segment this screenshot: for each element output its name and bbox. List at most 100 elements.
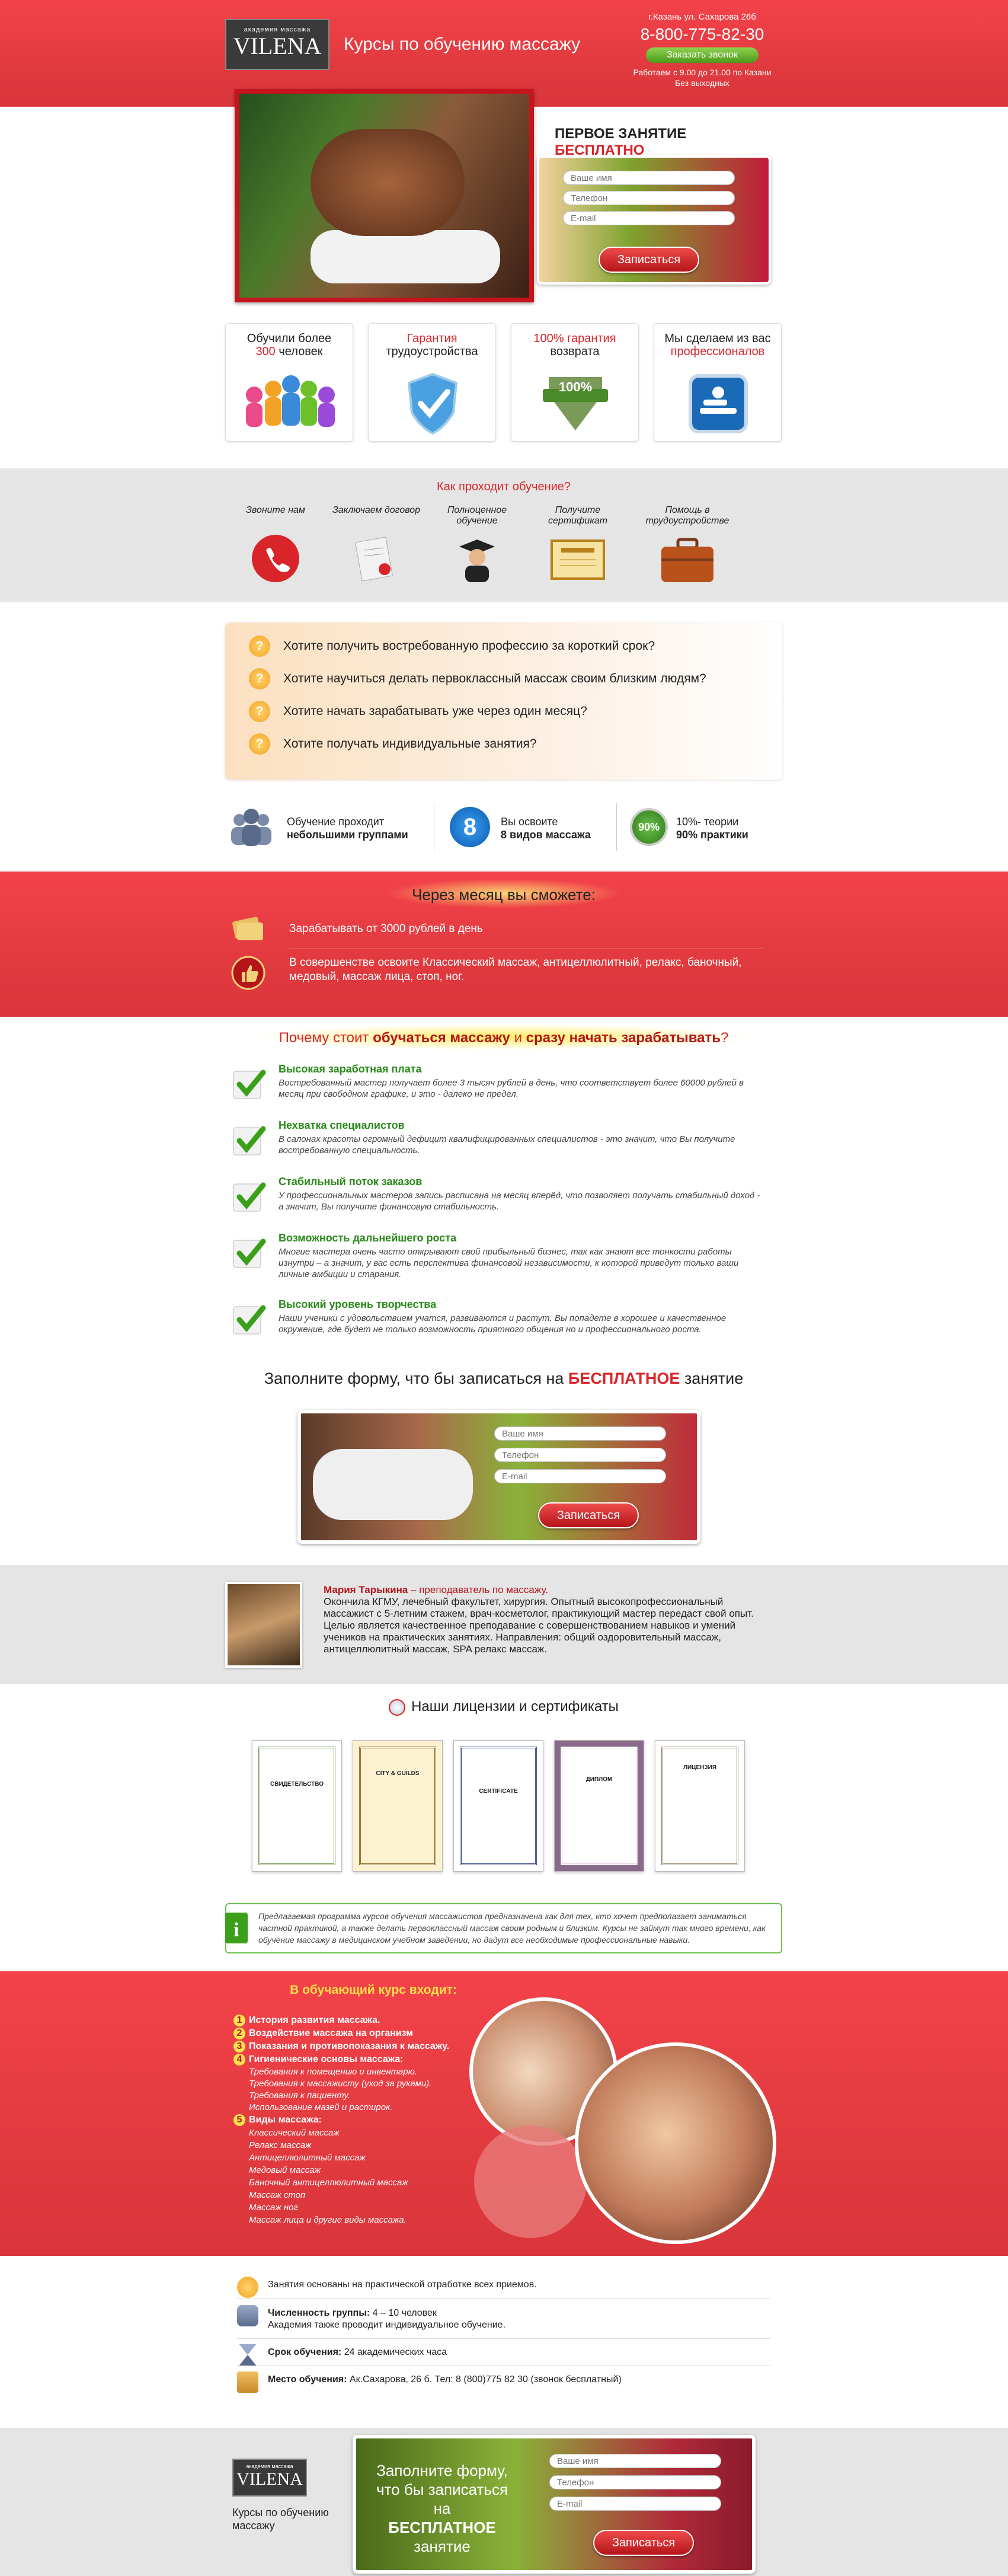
note-text: Предлагаемая программа курсов обучения м… <box>258 1911 766 1945</box>
certificate-card[interactable]: ДИПЛОМ <box>554 1740 644 1872</box>
month-item: В совершенстве освоите Классический масс… <box>289 956 742 983</box>
certificate-caption: CITY & GUILDS <box>376 1770 420 1777</box>
certificate-icon <box>551 540 605 580</box>
course-photo-circle-2 <box>474 2125 587 2238</box>
footer-email-input[interactable] <box>549 2497 721 2511</box>
form2-section: Заполните форму, что бы записаться на БЕ… <box>225 1370 782 1547</box>
hero-photo-towel <box>311 230 500 283</box>
why-item: Нехватка специалистов В салонах красоты о… <box>225 1119 782 1172</box>
feature-title: Обучили более 300 человек <box>247 332 332 358</box>
question-text: Хотите начать зарабатывать уже через оди… <box>283 704 587 718</box>
info-icon: i <box>225 1913 248 1943</box>
stat-text: Вы освоите <box>501 816 558 828</box>
stat-highlight: небольшими группами <box>287 829 408 841</box>
stat-text: 10%- теории <box>676 816 739 828</box>
medal-icon <box>389 1699 406 1716</box>
footer-logo[interactable]: академия массажа VILENA <box>232 2459 307 2497</box>
hero-photo-woman <box>311 129 465 236</box>
question-mark-icon: ? <box>249 636 270 657</box>
questions-box: ? Хотите получить востребованную професси… <box>225 623 782 780</box>
course-item: 1 История развития массажа. <box>233 2014 506 2027</box>
hygiene-list: Требования к помещению и инвентарю. Требо… <box>249 2067 432 2112</box>
hero-name-input[interactable] <box>563 171 735 185</box>
thumbs-up-icon <box>237 2277 258 2298</box>
course-item: 2 Воздействие массажа на организм <box>233 2027 506 2040</box>
stat-text: Обучение проходит <box>287 816 385 828</box>
hourglass-icon <box>239 2344 257 2366</box>
stat-types: 8 Вы освоите 8 видов массажа <box>434 803 612 851</box>
info-item: Занятия основаны на практической отработ… <box>237 2277 770 2300</box>
certificate-card[interactable]: СВИДЕТЕЛЬСТВО <box>252 1740 342 1872</box>
site-title: Курсы по обучению массажу <box>344 34 581 54</box>
question-mark-icon: ? <box>249 668 270 690</box>
people-icon <box>246 375 335 427</box>
question-text: Хотите получать индивидуальные занятия? <box>283 737 537 751</box>
teacher-photo <box>225 1582 302 1668</box>
hero-form-box: Записаться <box>537 155 771 285</box>
certificate-card[interactable]: CITY & GUILDS <box>353 1740 443 1872</box>
question-text: Хотите получить востребованную профессию… <box>283 639 655 653</box>
address: г.Казань ул. Сахарова 26б <box>648 12 756 22</box>
question-item: ? Хотите получать индивидуальные занятия? <box>249 733 537 755</box>
footer-tagline: Курсы по обучению массажу <box>232 2507 329 2532</box>
course-title: В обучающий курс входит: <box>290 1983 457 1997</box>
hero-photo <box>235 89 534 302</box>
group-icon <box>231 809 271 846</box>
stat-highlight: 8 видов массажа <box>501 829 591 841</box>
month-title: Через месяц вы сможете: <box>412 886 596 904</box>
working-hours: Работаем с 9.00 до 21.00 по Казани <box>633 68 772 77</box>
massage-types-list: Классический массаж Релакс массаж Антицелл… <box>249 2128 408 2225</box>
stat-highlight: 90% практики <box>676 829 748 841</box>
footer-form-box: Заполните форму, что бы записаться на БЕСП… <box>353 2435 756 2574</box>
thumbs-up-icon <box>231 956 265 990</box>
form2-submit-button[interactable]: Записаться <box>538 1502 639 1528</box>
stats: Обучение проходит небольшими группами 8 В… <box>225 803 782 851</box>
certificate-card[interactable]: ЛИЦЕНЗИЯ <box>655 1740 745 1872</box>
hero-phone-input[interactable] <box>563 191 735 205</box>
footer-form-text: Заполните форму, что бы записаться на БЕСП… <box>376 2462 508 2555</box>
form2-email-input[interactable] <box>494 1469 666 1483</box>
step-certificate: Получите сертификат <box>527 505 628 588</box>
process-section: Как проходит обучение? Звоните нам Заклю… <box>0 468 1008 602</box>
hero-form: ПЕРВОЕ ЗАНЯТИЕ БЕСПЛАТНО Записаться <box>537 89 772 302</box>
question-item: ? Хотите научиться делать первоклассный м… <box>249 668 706 690</box>
callback-button[interactable]: Заказать звонок <box>646 47 759 63</box>
form2-phone-input[interactable] <box>494 1448 666 1462</box>
footer-submit-button[interactable]: Записаться <box>593 2530 694 2556</box>
money-cards-icon <box>232 917 263 940</box>
divider <box>237 2338 770 2339</box>
step-employment: Помощь в трудоустройстве <box>628 505 747 588</box>
step-training: Полноценное обучение <box>427 505 527 588</box>
feature-card-professionals: Мы сделаем из вас профессионалов <box>654 323 782 442</box>
hero: ПЕРВОЕ ЗАНЯТИЕ БЕСПЛАТНО Записаться <box>225 89 782 305</box>
why-item: Высокий уровень творчества Наши ученики с… <box>225 1298 782 1355</box>
shield-check-icon <box>407 372 458 435</box>
footer-phone-input[interactable] <box>549 2475 721 2489</box>
certificate-card[interactable]: CERTIFICATE <box>453 1740 543 1872</box>
step-label: Заключаем договор <box>332 505 421 515</box>
form2-name-input[interactable] <box>494 1426 666 1441</box>
group-icon <box>237 2305 258 2326</box>
certificate-caption: СВИДЕТЕЛЬСТВО <box>270 1781 324 1787</box>
svg-text:i: i <box>233 1919 239 1941</box>
check-icon <box>233 1238 266 1268</box>
check-icon <box>233 1070 266 1099</box>
number-8-icon: 8 <box>450 807 490 847</box>
step-label: Получите сертификат <box>548 505 608 526</box>
step-contract: Заключаем договор <box>326 505 427 588</box>
hero-submit-button[interactable]: Записаться <box>599 247 699 273</box>
footer-name-input[interactable] <box>549 2454 721 2468</box>
course-item: 5 Виды массажа: <box>233 2114 506 2127</box>
feature-card-employment: Гарантия трудоустройства <box>368 323 496 442</box>
logo[interactable]: академия массажа VILENA <box>225 19 329 70</box>
certificate-caption: CERTIFICATE <box>479 1788 518 1795</box>
feature-title: 100% гарантия возврата <box>533 332 616 358</box>
question-item: ? Хотите получить востребованную професси… <box>249 636 655 657</box>
hero-email-input[interactable] <box>563 211 735 225</box>
why-section: Почему стоит обучаться массажу и сразу н… <box>225 1023 782 1355</box>
svg-text:100%: 100% <box>559 379 592 394</box>
question-mark-icon: ? <box>249 733 270 755</box>
certificate-caption: ЛИЦЕНЗИЯ <box>683 1764 717 1771</box>
phone[interactable]: 8-800-775-82-30 <box>634 25 770 44</box>
building-icon <box>237 2371 258 2393</box>
